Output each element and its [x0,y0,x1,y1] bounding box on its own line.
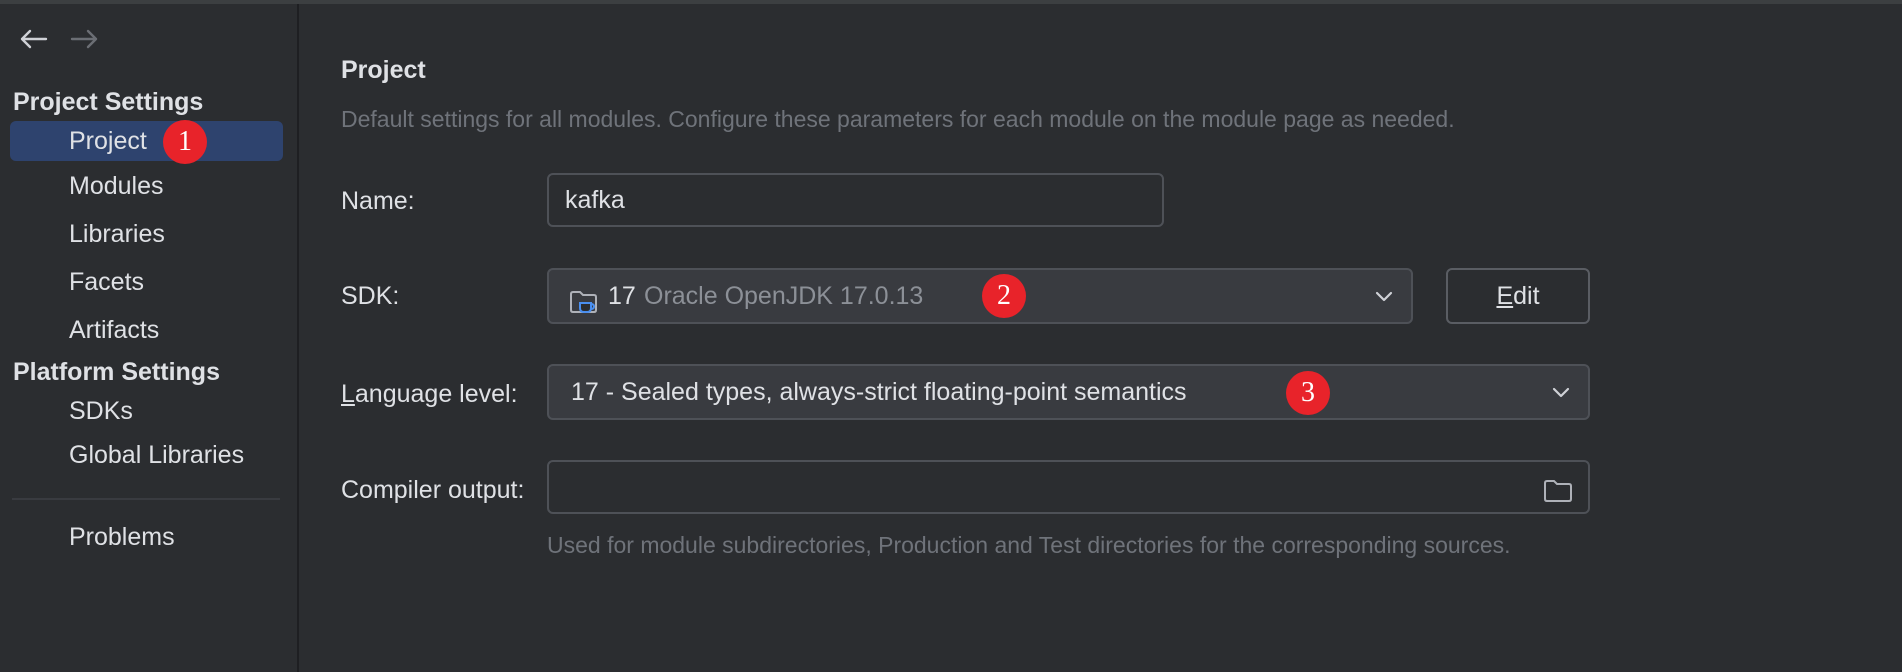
language-level-label: Language level: [341,380,518,408]
sidebar-item-project[interactable]: Project [10,121,283,161]
name-input[interactable]: kafka [547,173,1164,227]
sdk-name: Oracle OpenJDK 17.0.13 [644,282,924,310]
main-panel: Project Default settings for all modules… [299,4,1902,672]
page-title: Project [341,56,426,84]
annotation-badge-3: 3 [1286,371,1330,415]
language-level-dropdown[interactable]: 17 - Sealed types, always-strict floatin… [547,364,1590,420]
name-label: Name: [341,187,415,215]
sdk-label: SDK: [341,282,400,310]
forward-arrow-icon[interactable] [68,22,102,56]
sidebar-item-artifacts[interactable]: Artifacts [10,310,283,350]
sidebar-item-sdks[interactable]: SDKs [10,391,283,431]
chevron-down-icon [1369,270,1399,322]
sidebar-item-libraries[interactable]: Libraries [10,214,283,254]
project-structure-dialog: Project Settings Project Modules Librari… [0,0,1902,672]
compiler-output-label: Compiler output: [341,476,525,504]
folder-icon[interactable] [1542,473,1574,503]
section-title-project-settings: Project Settings [13,88,204,116]
back-arrow-icon[interactable] [16,22,50,56]
compiler-output-input[interactable] [547,460,1590,514]
chevron-down-icon [1546,366,1576,418]
annotation-badge-1: 1 [163,120,207,164]
edit-sdk-button[interactable]: Edit [1446,268,1590,324]
sidebar-item-problems[interactable]: Problems [10,517,283,557]
page-description: Default settings for all modules. Config… [341,106,1455,132]
section-title-platform-settings: Platform Settings [13,358,220,386]
jdk-folder-icon [569,283,599,313]
sidebar-item-facets[interactable]: Facets [10,262,283,302]
sidebar-divider [12,498,280,500]
sidebar: Project Settings Project Modules Librari… [0,4,299,672]
sdk-version: 17 [608,282,636,310]
sdk-dropdown[interactable]: 17 Oracle OpenJDK 17.0.13 [547,268,1413,324]
compiler-output-hint: Used for module subdirectories, Producti… [547,532,1511,558]
language-level-value: 17 - Sealed types, always-strict floatin… [571,378,1187,406]
sidebar-item-global-libraries[interactable]: Global Libraries [10,435,283,475]
sidebar-item-modules[interactable]: Modules [10,166,283,206]
annotation-badge-2: 2 [982,274,1026,318]
